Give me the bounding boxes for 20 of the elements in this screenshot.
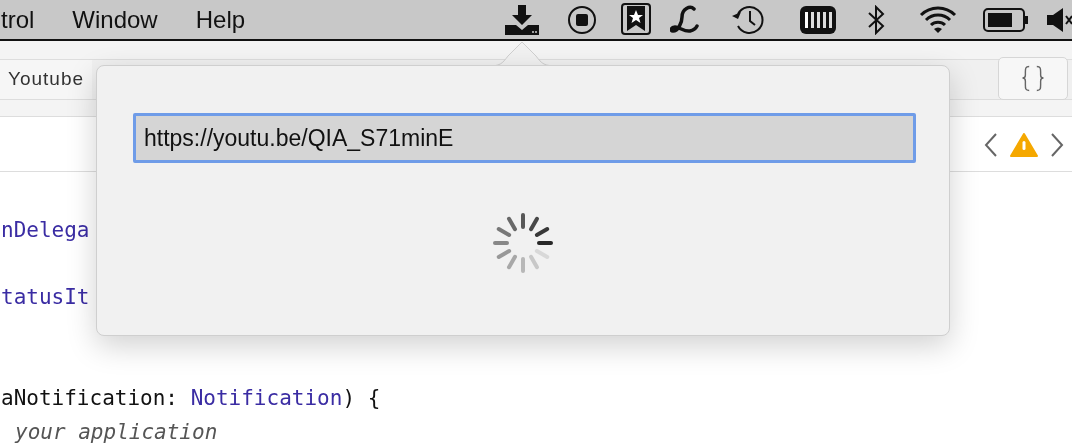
wifi-icon[interactable] xyxy=(919,6,957,34)
braces-button[interactable] xyxy=(998,57,1068,100)
code-text: nDelega xyxy=(1,218,90,242)
speaker-icon[interactable] xyxy=(1047,7,1072,33)
battery-icon[interactable] xyxy=(983,8,1029,32)
meter-icon[interactable] xyxy=(800,6,836,34)
url-field[interactable]: https://youtu.be/QIA_S71minE xyxy=(133,113,916,163)
code-text: aNotification: xyxy=(1,386,179,410)
menu-item[interactable]: Help xyxy=(195,1,246,38)
code-comment: your application xyxy=(15,420,218,444)
script-letter-icon[interactable] xyxy=(670,5,702,35)
bluetooth-icon[interactable] xyxy=(867,5,885,35)
stop-record-icon[interactable] xyxy=(567,5,597,35)
menu-item[interactable]: trol xyxy=(1,1,35,38)
download-icon[interactable] xyxy=(505,5,539,35)
menu-item[interactable]: Window xyxy=(72,1,158,38)
code-text: ) { xyxy=(342,386,381,410)
code-text: Notification xyxy=(190,386,343,410)
code-text: tatusIt xyxy=(1,285,90,309)
file-tab[interactable]: Youtube xyxy=(0,60,93,99)
